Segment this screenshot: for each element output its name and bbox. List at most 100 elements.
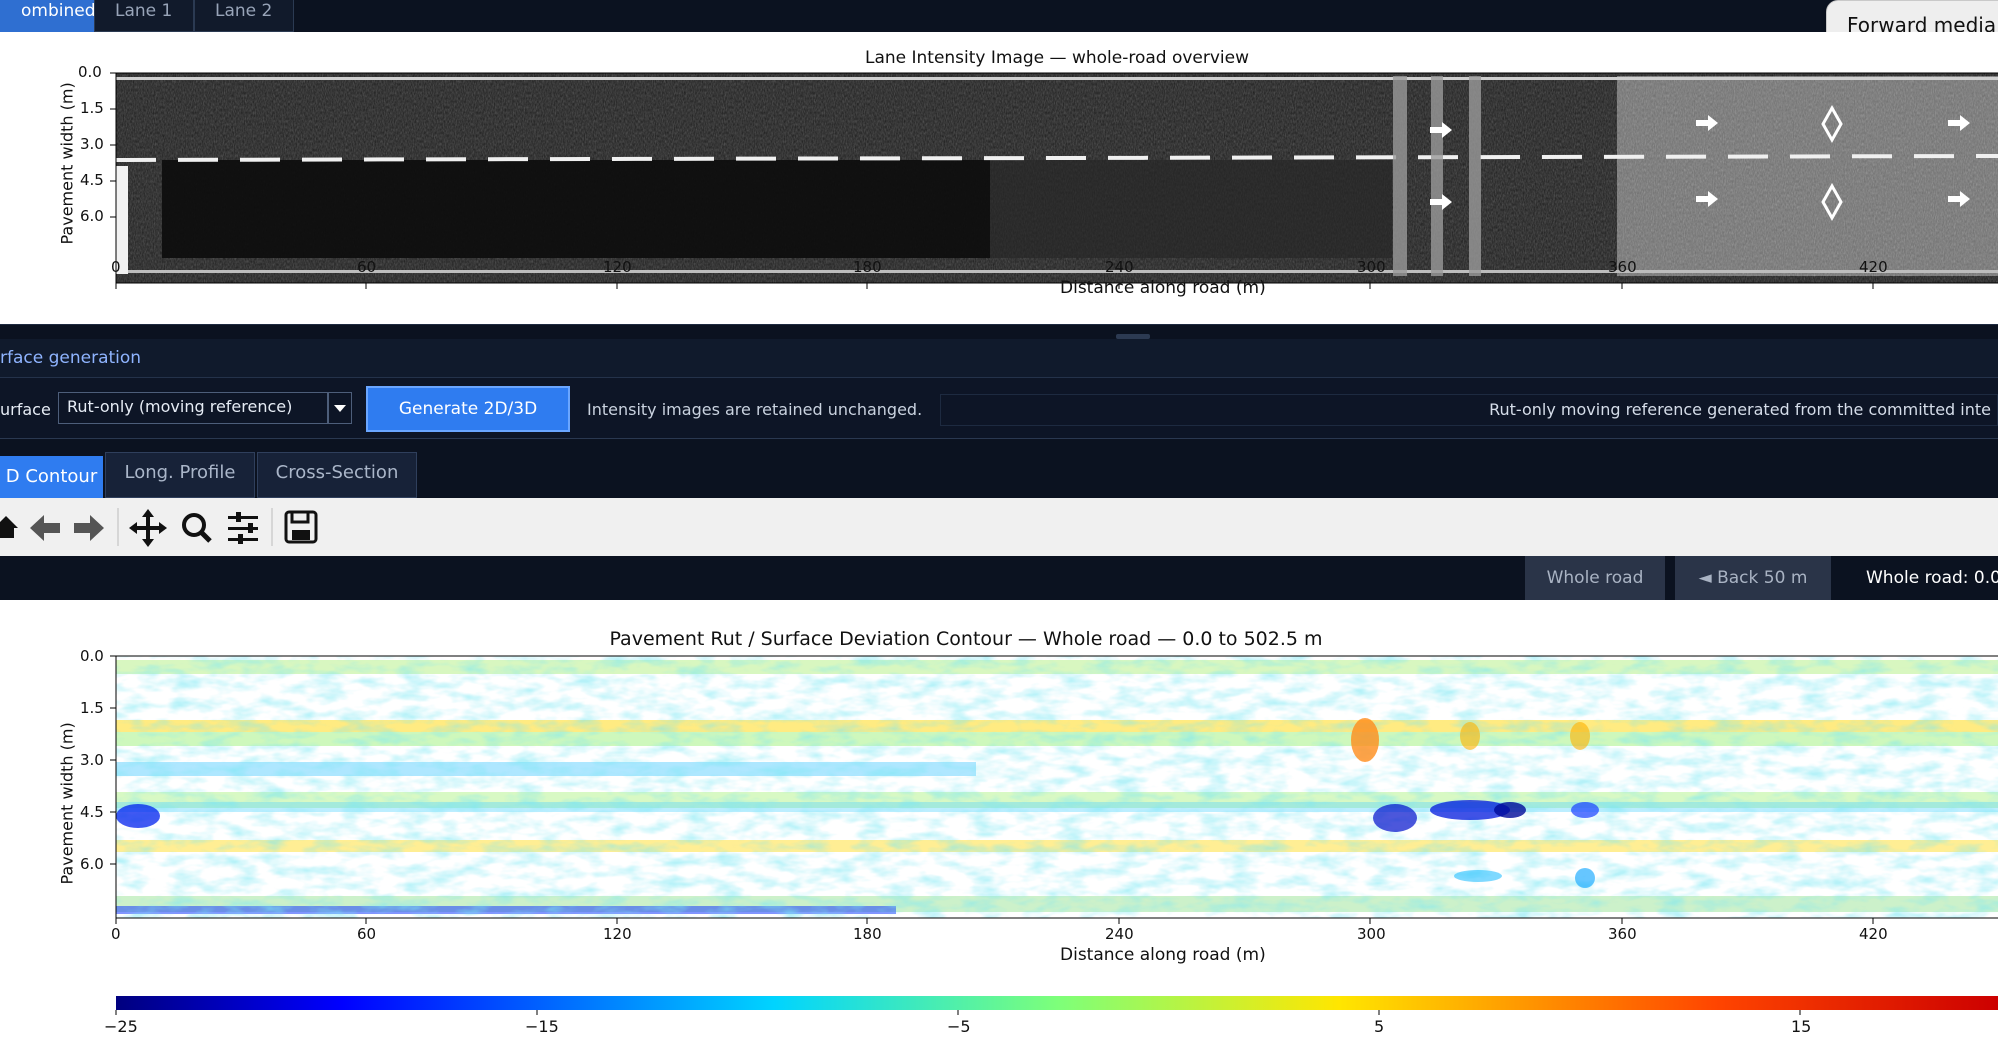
contour-x-tick: 120 bbox=[603, 925, 632, 943]
intensity-x-tick: 0 bbox=[111, 258, 121, 276]
chevron-down-icon bbox=[334, 405, 346, 412]
contour-rut bbox=[1494, 802, 1526, 818]
contour-hotspot bbox=[1460, 722, 1480, 750]
tab-lane-2[interactable]: Lane 2 bbox=[194, 0, 294, 32]
contour-y-tick: 6.0 bbox=[80, 855, 104, 873]
zoom-icon[interactable] bbox=[182, 513, 212, 543]
intensity-x-tick: 300 bbox=[1357, 258, 1386, 276]
surface-select-value: Rut-only (moving reference) bbox=[67, 397, 293, 416]
save-icon[interactable] bbox=[284, 510, 318, 544]
whole-road-label: Whole road bbox=[1546, 568, 1644, 588]
colorbar-tick: 15 bbox=[1791, 1017, 1812, 1036]
colorbar bbox=[116, 996, 1998, 1010]
home-icon[interactable] bbox=[0, 516, 18, 538]
contour-rut bbox=[1571, 802, 1599, 818]
tab-label: Long. Profile bbox=[124, 462, 236, 483]
intensity-plot-svg bbox=[110, 72, 1998, 289]
contour-y-tick: 1.5 bbox=[80, 699, 104, 717]
plot-toolbar-icons bbox=[0, 508, 318, 547]
contour-hotspot bbox=[1570, 722, 1590, 750]
contour-y-label: Pavement width (m) bbox=[57, 722, 77, 885]
contour-x-label: Distance along road (m) bbox=[1060, 945, 1266, 965]
tab-label: D Contour bbox=[5, 466, 98, 487]
intensity-x-tick: 240 bbox=[1105, 258, 1134, 276]
intensity-y-label: Pavement width (m) bbox=[57, 82, 77, 245]
surface-generation-header bbox=[0, 339, 1998, 378]
intensity-bottom-edge-line bbox=[116, 270, 1998, 273]
contour-x-tick: 300 bbox=[1357, 925, 1386, 943]
tab-lane-1[interactable]: Lane 1 bbox=[94, 0, 194, 32]
contour-texture bbox=[116, 656, 1998, 918]
generate-button-label: Generate 2D/3D bbox=[398, 399, 538, 419]
contour-x-tick: 180 bbox=[853, 925, 882, 943]
tab-long-profile[interactable]: Long. Profile bbox=[105, 452, 255, 498]
surface-select-dropdown[interactable] bbox=[328, 392, 352, 424]
tab-label: Lane 2 bbox=[215, 1, 273, 21]
back-50m-button[interactable]: ◄ Back 50 m bbox=[1675, 556, 1831, 600]
tab-label: ombined bbox=[21, 1, 96, 21]
tab-label: Cross-Section bbox=[275, 462, 399, 483]
intensity-y-tick: 4.5 bbox=[80, 171, 104, 189]
contour-rut bbox=[1454, 870, 1502, 882]
contour-y-tick: 4.5 bbox=[80, 803, 104, 821]
intensity-x-label: Distance along road (m) bbox=[1060, 278, 1266, 298]
colorbar-tick: −25 bbox=[104, 1017, 138, 1036]
intensity-top-edge-line bbox=[116, 77, 1998, 80]
whole-road-button[interactable]: Whole road bbox=[1525, 556, 1665, 600]
status-field: Rut-only moving reference generated from… bbox=[940, 394, 1998, 426]
contour-y-tick-marks bbox=[110, 655, 116, 865]
intensity-y-tick-marks bbox=[110, 72, 116, 218]
intensity-x-tick: 120 bbox=[603, 258, 632, 276]
colorbar-tick: 5 bbox=[1374, 1017, 1385, 1036]
intensity-x-tick: 420 bbox=[1859, 258, 1888, 276]
intensity-dark-block bbox=[162, 160, 990, 258]
intensity-bright-texture bbox=[1617, 76, 1998, 276]
contour-rut bbox=[1575, 868, 1595, 888]
contour-x-tick: 0 bbox=[111, 925, 121, 943]
contour-x-tick-marks bbox=[115, 918, 1874, 924]
intensity-y-tick: 6.0 bbox=[80, 207, 104, 225]
intensity-x-tick: 60 bbox=[357, 258, 377, 276]
info-text: Intensity images are retained unchanged. bbox=[587, 400, 923, 419]
contour-rut bbox=[1373, 804, 1417, 832]
pan-icon[interactable] bbox=[129, 509, 167, 547]
tab-2d-contour[interactable]: D Contour bbox=[0, 456, 103, 500]
back-50m-label: ◄ Back 50 m bbox=[1698, 568, 1808, 588]
panel-splitter[interactable] bbox=[0, 324, 1998, 339]
forward-arrow-icon[interactable] bbox=[74, 515, 104, 541]
tab-label: Lane 1 bbox=[115, 1, 173, 21]
range-label: Whole road: 0.0 bbox=[1866, 568, 1998, 588]
intensity-y-tick: 0.0 bbox=[78, 63, 102, 81]
contour-plot-svg bbox=[110, 655, 1998, 1015]
contour-x-tick: 420 bbox=[1859, 925, 1888, 943]
colorbar-tick: −5 bbox=[947, 1017, 971, 1036]
intensity-x-tick: 360 bbox=[1608, 258, 1637, 276]
intensity-mid-block bbox=[990, 160, 1392, 258]
contour-hotspot bbox=[1351, 718, 1379, 762]
intensity-y-tick: 1.5 bbox=[80, 99, 104, 117]
contour-y-tick: 0.0 bbox=[80, 647, 104, 665]
surface-select[interactable]: Rut-only (moving reference) bbox=[58, 392, 328, 424]
top-tab-bar bbox=[0, 0, 1998, 32]
surface-generation-title: rface generation bbox=[0, 348, 142, 368]
contour-x-tick: 360 bbox=[1608, 925, 1637, 943]
colorbar-tick-marks bbox=[115, 1010, 1801, 1015]
intensity-strip bbox=[1469, 76, 1481, 276]
colorbar-tick: −15 bbox=[525, 1017, 559, 1036]
intensity-x-tick-marks bbox=[115, 283, 1874, 289]
tab-combined[interactable]: ombined bbox=[0, 0, 96, 32]
generate-2d3d-button[interactable]: Generate 2D/3D bbox=[366, 386, 570, 432]
tab-cross-section[interactable]: Cross-Section bbox=[257, 452, 417, 498]
contour-rut bbox=[116, 804, 160, 828]
intensity-strip bbox=[1431, 76, 1443, 276]
surface-label: urface bbox=[0, 400, 51, 419]
contour-x-tick: 60 bbox=[357, 925, 377, 943]
intensity-x-tick: 180 bbox=[853, 258, 882, 276]
intensity-strip bbox=[1393, 76, 1407, 276]
back-arrow-icon[interactable] bbox=[30, 515, 60, 541]
intensity-y-tick: 3.0 bbox=[80, 135, 104, 153]
status-text: Rut-only moving reference generated from… bbox=[1489, 400, 1991, 419]
configure-icon[interactable] bbox=[228, 512, 258, 544]
contour-x-tick: 240 bbox=[1105, 925, 1134, 943]
contour-y-tick: 3.0 bbox=[80, 751, 104, 769]
